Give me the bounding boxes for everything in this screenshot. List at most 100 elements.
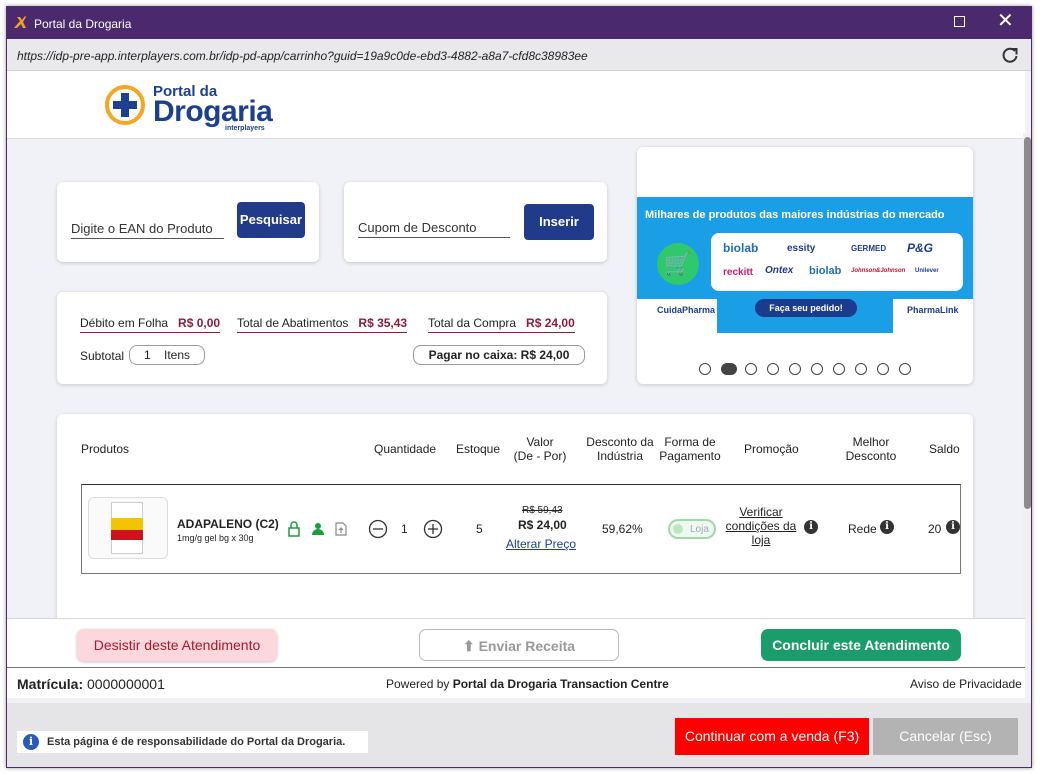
brand-logo: reckitt — [723, 267, 754, 278]
continuar-button[interactable]: Continuar com a venda (F3) — [675, 718, 869, 755]
carousel-dot[interactable] — [745, 363, 757, 375]
coupon-input[interactable]: Cupom de Desconto — [358, 220, 510, 238]
portal-logo: Portal da Drogaria interplayers — [103, 79, 283, 133]
subtotal-count: 1 — [143, 348, 151, 362]
payment-toggle[interactable]: Loja — [668, 519, 716, 539]
brand-logo: Ontex — [765, 265, 794, 276]
bottom-bar: i Esta página é de responsabilidade do P… — [7, 703, 1031, 767]
col-melhor-line2: Desconto — [845, 449, 897, 463]
balance-info-icon[interactable]: i — [946, 520, 960, 534]
compra-label: Total da Compra — [428, 316, 517, 330]
cancelar-button[interactable]: Cancelar (Esc) — [873, 718, 1018, 755]
info-icon: i — [23, 734, 39, 750]
insert-button[interactable]: Inserir — [524, 204, 594, 240]
order-button[interactable]: Faça seu pedido! — [755, 299, 857, 317]
subtotal-pill: 1 Itens — [129, 345, 205, 365]
document-upload-icon — [335, 522, 347, 536]
promo-line1: Verificar — [739, 505, 783, 519]
carousel-dot[interactable] — [721, 363, 737, 375]
col-desconto-line2: Indústria — [596, 449, 644, 463]
col-valor: Valor (De - Por) — [511, 435, 569, 463]
abatimentos-value: R$ 35,43 — [358, 316, 408, 330]
maximize-icon[interactable] — [954, 16, 965, 27]
col-saldo: Saldo — [929, 442, 960, 456]
privacy-link[interactable]: Aviso de Privacidade — [910, 677, 1022, 691]
reload-icon[interactable] — [1000, 45, 1020, 65]
powered-by: Powered by Portal da Drogaria Transactio… — [386, 677, 669, 691]
carousel-dot[interactable] — [811, 363, 823, 375]
powered-name: Portal da Drogaria Transaction Centre — [452, 677, 669, 691]
pagar-caixa-pill: Pagar no caixa: R$ 24,00 — [413, 345, 585, 365]
enviar-receita-label: Enviar Receita — [478, 638, 576, 654]
carousel-dot[interactable] — [767, 363, 779, 375]
powered-label: Powered by — [386, 677, 450, 691]
carousel-dot[interactable] — [833, 363, 845, 375]
logo-cross-icon — [105, 85, 145, 125]
total-abatimentos: Total de Abatimentos R$ 35,43 — [237, 316, 408, 333]
brand-logo: biolab — [809, 265, 842, 277]
col-desconto-line1: Desconto da — [586, 435, 654, 449]
desistir-button[interactable]: Desistir deste Atendimento — [77, 629, 277, 661]
col-promocao: Promoção — [744, 442, 799, 456]
enviar-receita-button[interactable]: ⬆ Enviar Receita — [419, 629, 619, 661]
promo-info-icon[interactable]: i — [804, 520, 818, 534]
window-title: Portal da Drogaria — [34, 17, 132, 31]
col-desconto: Desconto da Indústria — [585, 435, 655, 463]
pharmalink-tag: PharmaLink — [893, 299, 973, 333]
matricula-label: Matrícula: — [17, 676, 84, 692]
subtotal-unit: Itens — [164, 348, 191, 362]
brand-logo: GERMED — [851, 244, 887, 253]
col-melhor-line1: Melhor — [852, 435, 890, 449]
responsibility-notice: i Esta página é de responsabilidade do P… — [17, 731, 368, 753]
brand-logo: essity — [787, 243, 816, 254]
col-estoque: Estoque — [456, 442, 501, 456]
promo-line2: condições da — [725, 519, 797, 533]
col-valor-line2: (De - Por) — [513, 449, 567, 463]
notice-text: Esta página é de responsabilidade do Por… — [47, 736, 346, 748]
col-melhor: Melhor Desconto — [841, 435, 901, 463]
ean-input[interactable]: Digite o EAN do Produto — [71, 221, 224, 239]
matricula-value: 0000000001 — [87, 676, 165, 692]
cart-icon: 🛒 — [657, 243, 699, 285]
app-window: Portal da Drogaria ✕ https://idp-pre-app… — [6, 6, 1032, 768]
caixa-label: Pagar no caixa: — [428, 348, 518, 362]
promo-banner[interactable]: Milhares de produtos das maiores indústr… — [637, 197, 973, 333]
brand-logo: Johnson&Johnson — [851, 268, 906, 274]
debito-label: Débito em Folha — [80, 316, 169, 330]
discount-value: 59,62% — [602, 522, 643, 536]
promo-link[interactable]: Verificar condições da loja — [722, 505, 800, 547]
search-button[interactable]: Pesquisar — [237, 202, 305, 238]
col-forma: Forma de Pagamento — [659, 435, 721, 463]
products-card: Produtos Quantidade Estoque Valor (De - … — [57, 414, 973, 634]
concluir-button[interactable]: Concluir este Atendimento — [761, 629, 961, 661]
debito-folha: Débito em Folha R$ 0,00 — [80, 316, 221, 333]
vertical-scrollbar[interactable] — [1023, 133, 1031, 619]
carousel-dot[interactable] — [899, 363, 911, 375]
scrollbar-thumb[interactable] — [1024, 137, 1031, 509]
abatimentos-label: Total de Abatimentos — [237, 316, 349, 330]
col-produtos: Produtos — [81, 442, 130, 456]
lock-icon — [288, 521, 300, 537]
carousel-dot[interactable] — [877, 363, 889, 375]
quantity-value[interactable]: 1 — [401, 522, 408, 536]
product-desc: 1mg/g gel bg x 30g — [177, 533, 254, 543]
best-info-icon[interactable]: i — [880, 520, 894, 534]
col-forma-line1: Forma de — [664, 435, 716, 449]
status-line: Matrícula: 0000000001 Powered by Portal … — [7, 668, 1025, 698]
carousel-dot[interactable] — [789, 363, 801, 375]
minus-icon[interactable] — [368, 519, 388, 539]
action-bar: Desistir deste Atendimento ⬆ Enviar Rece… — [7, 618, 1025, 668]
carousel-dot[interactable] — [855, 363, 867, 375]
col-forma-line2: Pagamento — [659, 449, 721, 463]
subtotal-label: Subtotal — [80, 349, 125, 363]
plus-icon[interactable] — [423, 519, 443, 539]
product-name: ADAPALENO (C2) — [177, 517, 279, 531]
brand-logo: biolab — [723, 241, 759, 255]
promo-banner-card: Milhares de produtos das maiores indústr… — [637, 147, 973, 384]
carousel-dot[interactable] — [699, 363, 711, 375]
alter-price-link[interactable]: Alterar Preço — [506, 537, 576, 551]
close-icon[interactable]: ✕ — [997, 11, 1014, 31]
brand-logos: biolab essity GERMED P&G reckitt Ontex b… — [711, 233, 963, 291]
app-icon — [14, 16, 26, 28]
total-compra: Total da Compra R$ 24,00 — [428, 316, 575, 333]
